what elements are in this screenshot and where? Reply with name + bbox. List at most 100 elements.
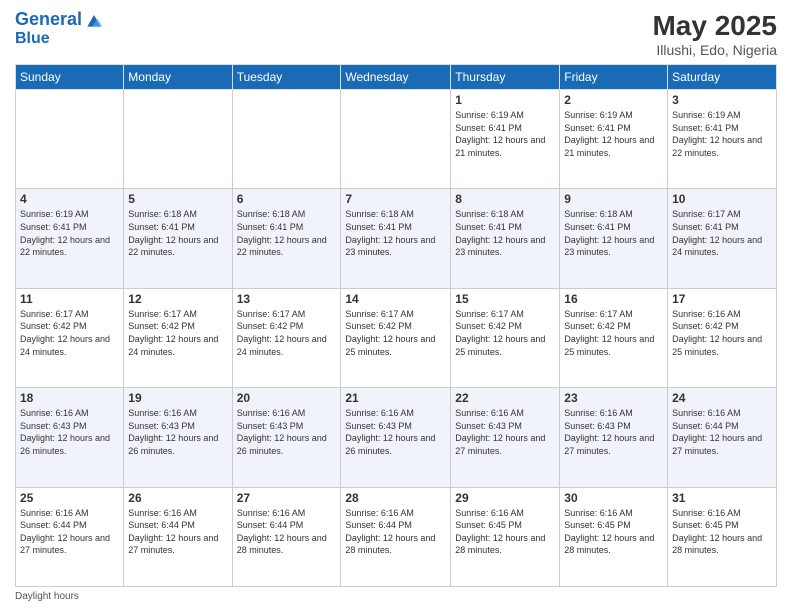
- day-info: Sunrise: 6:16 AM Sunset: 6:43 PM Dayligh…: [20, 407, 119, 457]
- calendar-cell: [341, 90, 451, 189]
- day-number: 31: [672, 491, 772, 505]
- calendar-week-5: 25 Sunrise: 6:16 AM Sunset: 6:44 PM Dayli…: [16, 487, 777, 586]
- day-number: 4: [20, 192, 119, 206]
- day-info: Sunrise: 6:18 AM Sunset: 6:41 PM Dayligh…: [345, 208, 446, 258]
- calendar-table: SundayMondayTuesdayWednesdayThursdayFrid…: [15, 64, 777, 587]
- day-number: 1: [455, 93, 555, 107]
- page: General Blue May 2025 Illushi, Edo, Nige…: [0, 0, 792, 612]
- calendar-cell: 7 Sunrise: 6:18 AM Sunset: 6:41 PM Daylig…: [341, 189, 451, 288]
- day-info: Sunrise: 6:18 AM Sunset: 6:41 PM Dayligh…: [128, 208, 227, 258]
- day-info: Sunrise: 6:16 AM Sunset: 6:44 PM Dayligh…: [345, 507, 446, 557]
- calendar-cell: 22 Sunrise: 6:16 AM Sunset: 6:43 PM Dayli…: [451, 388, 560, 487]
- day-number: 17: [672, 292, 772, 306]
- day-number: 7: [345, 192, 446, 206]
- calendar-cell: 12Sunrise: 6:17 AM Sunset: 6:42 PM Dayli…: [124, 288, 232, 387]
- day-number: 3: [672, 93, 772, 107]
- day-number: 27: [237, 491, 337, 505]
- calendar-cell: 16 Sunrise: 6:17 AM Sunset: 6:42 PM Dayli…: [560, 288, 668, 387]
- day-number: 15: [455, 292, 555, 306]
- day-header-sunday: Sunday: [16, 65, 124, 90]
- day-info: Sunrise: 6:16 AM Sunset: 6:45 PM Dayligh…: [455, 507, 555, 557]
- day-info: Sunrise: 6:17 AM Sunset: 6:42 PM Dayligh…: [345, 308, 446, 358]
- day-number: 20: [237, 391, 337, 405]
- day-info: Sunrise: 6:18 AM Sunset: 6:41 PM Dayligh…: [455, 208, 555, 258]
- day-info: Sunrise: 6:19 AM Sunset: 6:41 PM Dayligh…: [564, 109, 663, 159]
- calendar-cell: 13Sunrise: 6:17 AM Sunset: 6:42 PM Dayli…: [232, 288, 341, 387]
- day-info: Sunrise: 6:17 AM Sunset: 6:42 PM Dayligh…: [20, 308, 119, 358]
- calendar-week-1: 1 Sunrise: 6:19 AM Sunset: 6:41 PM Daylig…: [16, 90, 777, 189]
- day-number: 8: [455, 192, 555, 206]
- calendar-cell: 21Sunrise: 6:16 AM Sunset: 6:43 PM Dayli…: [341, 388, 451, 487]
- day-number: 19: [128, 391, 227, 405]
- calendar-cell: 9Sunrise: 6:18 AM Sunset: 6:41 PM Daylig…: [560, 189, 668, 288]
- day-number: 2: [564, 93, 663, 107]
- day-info: Sunrise: 6:16 AM Sunset: 6:45 PM Dayligh…: [672, 507, 772, 557]
- day-number: 11: [20, 292, 119, 306]
- day-number: 16: [564, 292, 663, 306]
- day-number: 13: [237, 292, 337, 306]
- day-info: Sunrise: 6:16 AM Sunset: 6:44 PM Dayligh…: [672, 407, 772, 457]
- day-number: 22: [455, 391, 555, 405]
- calendar-cell: 2 Sunrise: 6:19 AM Sunset: 6:41 PM Daylig…: [560, 90, 668, 189]
- calendar-cell: 6Sunrise: 6:18 AM Sunset: 6:41 PM Daylig…: [232, 189, 341, 288]
- day-number: 10: [672, 192, 772, 206]
- calendar-cell: 15 Sunrise: 6:17 AM Sunset: 6:42 PM Dayli…: [451, 288, 560, 387]
- day-header-tuesday: Tuesday: [232, 65, 341, 90]
- footer-label: Daylight hours: [15, 591, 79, 602]
- day-info: Sunrise: 6:19 AM Sunset: 6:41 PM Dayligh…: [455, 109, 555, 159]
- calendar-cell: [16, 90, 124, 189]
- day-header-monday: Monday: [124, 65, 232, 90]
- day-info: Sunrise: 6:19 AM Sunset: 6:41 PM Dayligh…: [672, 109, 772, 159]
- day-info: Sunrise: 6:17 AM Sunset: 6:41 PM Dayligh…: [672, 208, 772, 258]
- calendar-cell: 28Sunrise: 6:16 AM Sunset: 6:44 PM Dayli…: [341, 487, 451, 586]
- day-header-friday: Friday: [560, 65, 668, 90]
- calendar-header-row: SundayMondayTuesdayWednesdayThursdayFrid…: [16, 65, 777, 90]
- day-number: 30: [564, 491, 663, 505]
- day-info: Sunrise: 6:17 AM Sunset: 6:42 PM Dayligh…: [455, 308, 555, 358]
- logo-text: General: [15, 10, 82, 30]
- day-number: 24: [672, 391, 772, 405]
- calendar-cell: 17 Sunrise: 6:16 AM Sunset: 6:42 PM Dayli…: [668, 288, 777, 387]
- day-number: 12: [128, 292, 227, 306]
- title-block: May 2025 Illushi, Edo, Nigeria: [652, 10, 777, 58]
- day-info: Sunrise: 6:19 AM Sunset: 6:41 PM Dayligh…: [20, 208, 119, 258]
- calendar-cell: 24 Sunrise: 6:16 AM Sunset: 6:44 PM Dayli…: [668, 388, 777, 487]
- calendar-cell: 8 Sunrise: 6:18 AM Sunset: 6:41 PM Daylig…: [451, 189, 560, 288]
- day-info: Sunrise: 6:16 AM Sunset: 6:43 PM Dayligh…: [564, 407, 663, 457]
- header: General Blue May 2025 Illushi, Edo, Nige…: [15, 10, 777, 58]
- day-info: Sunrise: 6:16 AM Sunset: 6:43 PM Dayligh…: [237, 407, 337, 457]
- calendar-cell: [124, 90, 232, 189]
- calendar-week-4: 18Sunrise: 6:16 AM Sunset: 6:43 PM Dayli…: [16, 388, 777, 487]
- logo: General Blue: [15, 10, 104, 48]
- calendar-cell: 25 Sunrise: 6:16 AM Sunset: 6:44 PM Dayli…: [16, 487, 124, 586]
- day-number: 23: [564, 391, 663, 405]
- day-info: Sunrise: 6:16 AM Sunset: 6:43 PM Dayligh…: [128, 407, 227, 457]
- day-header-wednesday: Wednesday: [341, 65, 451, 90]
- day-info: Sunrise: 6:16 AM Sunset: 6:44 PM Dayligh…: [20, 507, 119, 557]
- main-title: May 2025: [652, 10, 777, 42]
- day-number: 14: [345, 292, 446, 306]
- day-info: Sunrise: 6:16 AM Sunset: 6:43 PM Dayligh…: [345, 407, 446, 457]
- calendar-week-2: 4 Sunrise: 6:19 AM Sunset: 6:41 PM Daylig…: [16, 189, 777, 288]
- day-number: 5: [128, 192, 227, 206]
- calendar-week-3: 11 Sunrise: 6:17 AM Sunset: 6:42 PM Dayli…: [16, 288, 777, 387]
- day-info: Sunrise: 6:16 AM Sunset: 6:43 PM Dayligh…: [455, 407, 555, 457]
- day-number: 26: [128, 491, 227, 505]
- day-info: Sunrise: 6:16 AM Sunset: 6:45 PM Dayligh…: [564, 507, 663, 557]
- day-number: 29: [455, 491, 555, 505]
- day-info: Sunrise: 6:16 AM Sunset: 6:44 PM Dayligh…: [237, 507, 337, 557]
- day-info: Sunrise: 6:18 AM Sunset: 6:41 PM Dayligh…: [237, 208, 337, 258]
- calendar-cell: [232, 90, 341, 189]
- calendar-cell: 26 Sunrise: 6:16 AM Sunset: 6:44 PM Dayli…: [124, 487, 232, 586]
- day-number: 25: [20, 491, 119, 505]
- calendar-cell: 23 Sunrise: 6:16 AM Sunset: 6:43 PM Dayli…: [560, 388, 668, 487]
- calendar-cell: 18Sunrise: 6:16 AM Sunset: 6:43 PM Dayli…: [16, 388, 124, 487]
- calendar-cell: 14 Sunrise: 6:17 AM Sunset: 6:42 PM Dayli…: [341, 288, 451, 387]
- day-info: Sunrise: 6:16 AM Sunset: 6:42 PM Dayligh…: [672, 308, 772, 358]
- day-info: Sunrise: 6:18 AM Sunset: 6:41 PM Dayligh…: [564, 208, 663, 258]
- day-info: Sunrise: 6:17 AM Sunset: 6:42 PM Dayligh…: [564, 308, 663, 358]
- calendar-cell: 31 Sunrise: 6:16 AM Sunset: 6:45 PM Dayli…: [668, 487, 777, 586]
- calendar-cell: 29 Sunrise: 6:16 AM Sunset: 6:45 PM Dayli…: [451, 487, 560, 586]
- day-info: Sunrise: 6:16 AM Sunset: 6:44 PM Dayligh…: [128, 507, 227, 557]
- calendar-cell: 10 Sunrise: 6:17 AM Sunset: 6:41 PM Dayli…: [668, 189, 777, 288]
